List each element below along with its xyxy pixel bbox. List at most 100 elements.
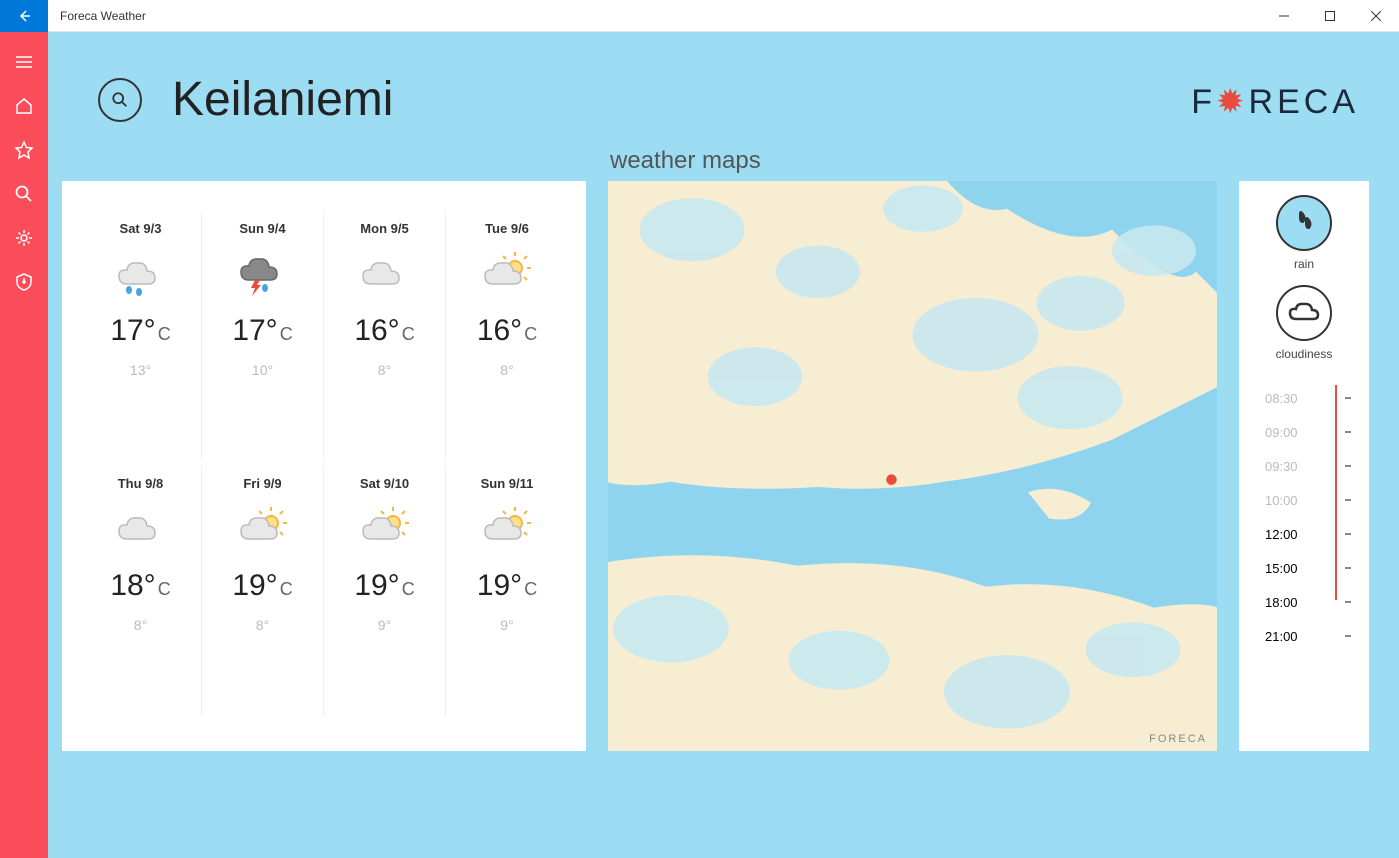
maps-section-title: weather maps (610, 147, 1399, 175)
home-button[interactable] (0, 84, 48, 128)
back-button[interactable] (0, 0, 48, 32)
timeline-step[interactable]: 09:00 (1247, 415, 1361, 449)
weather-icon (450, 501, 564, 557)
timeline-step[interactable]: 08:30 (1247, 381, 1361, 415)
raindrop-icon (1289, 208, 1319, 238)
weather-icon (84, 501, 197, 557)
map-attribution: FORECA (1149, 733, 1207, 745)
main-content: Keilaniemi F✹RECA weather maps Sat 9/3 17… (48, 32, 1399, 858)
high-temp: 19°C (206, 569, 319, 603)
low-temp: 8° (84, 617, 197, 633)
timeline-step[interactable]: 09:30 (1247, 449, 1361, 483)
low-temp: 8° (450, 362, 564, 378)
high-temp: 18°C (84, 569, 197, 603)
privacy-button[interactable] (0, 260, 48, 304)
timeline-tick (1345, 567, 1351, 569)
timeline-time: 09:00 (1265, 425, 1298, 440)
location-marker-icon (886, 474, 897, 485)
minimize-button[interactable] (1261, 0, 1307, 32)
forecast-day[interactable]: Sun 9/4 17°C 10° (202, 211, 324, 461)
maximize-button[interactable] (1307, 0, 1353, 32)
rain-layer-button[interactable] (1276, 195, 1332, 251)
timeline-time: 12:00 (1265, 527, 1298, 542)
home-icon (14, 96, 34, 116)
forecast-day[interactable]: Tue 9/6 16°C 8° (446, 211, 568, 461)
timeline-step[interactable]: 15:00 (1247, 551, 1361, 585)
map-canvas (608, 181, 1217, 751)
window-title: Foreca Weather (48, 9, 1261, 23)
weather-icon (84, 246, 197, 302)
timeline-tick (1345, 601, 1351, 603)
timeline-time: 18:00 (1265, 595, 1298, 610)
cloud-icon (1287, 301, 1321, 325)
forecast-panel: Sat 9/3 17°C 13° Sun 9/4 17°C 10° Mon 9/5 16°C 8… (62, 181, 586, 751)
timeline-time: 09:30 (1265, 459, 1298, 474)
weather-icon (206, 501, 319, 557)
timeline-time: 15:00 (1265, 561, 1298, 576)
timeline-step[interactable]: 18:00 (1247, 585, 1361, 619)
timeline-time: 10:00 (1265, 493, 1298, 508)
cloudiness-layer-button[interactable] (1276, 285, 1332, 341)
timeline-tick (1345, 499, 1351, 501)
low-temp: 13° (84, 362, 197, 378)
high-temp: 19°C (450, 569, 564, 603)
low-temp: 9° (450, 617, 564, 633)
weather-icon (450, 246, 564, 302)
forecast-date: Mon 9/5 (328, 221, 441, 236)
high-temp: 17°C (206, 314, 319, 348)
timeline-tick (1345, 465, 1351, 467)
favorites-button[interactable] (0, 128, 48, 172)
high-temp: 17°C (84, 314, 197, 348)
high-temp: 16°C (450, 314, 564, 348)
weather-map[interactable]: FORECA (608, 181, 1217, 751)
timeline-tick (1345, 431, 1351, 433)
arrow-left-icon (16, 8, 32, 24)
low-temp: 8° (328, 362, 441, 378)
weather-icon (328, 246, 441, 302)
time-slider[interactable]: 08:30 09:00 09:30 10:00 12:00 15:00 18:00 21:00 (1247, 375, 1361, 737)
forecast-day[interactable]: Thu 9/8 18°C 8° (80, 466, 202, 716)
gear-icon (14, 228, 34, 248)
high-temp: 16°C (328, 314, 441, 348)
weather-icon (206, 246, 319, 302)
timeline-step[interactable]: 12:00 (1247, 517, 1361, 551)
forecast-day[interactable]: Sun 9/11 19°C 9° (446, 466, 568, 716)
menu-button[interactable] (0, 40, 48, 84)
brand-gear-icon: ✹ (1216, 82, 1249, 122)
brand-logo: F✹RECA (1191, 82, 1359, 122)
location-search-button[interactable] (98, 78, 142, 122)
forecast-date: Tue 9/6 (450, 221, 564, 236)
timeline-tick (1345, 397, 1351, 399)
forecast-day[interactable]: Fri 9/919°C8° (202, 466, 324, 716)
low-temp: 8° (206, 617, 319, 633)
settings-button[interactable] (0, 216, 48, 260)
rain-layer-label: rain (1294, 257, 1314, 271)
shield-icon (14, 272, 34, 292)
timeline-step[interactable]: 21:00 (1247, 619, 1361, 653)
forecast-day[interactable]: Sat 9/3 17°C 13° (80, 211, 202, 461)
low-temp: 10° (206, 362, 319, 378)
map-controls-panel: rain cloudiness 08:3009:0009:3010:0012:0… (1239, 181, 1369, 751)
forecast-day[interactable]: Mon 9/5 16°C 8° (324, 211, 446, 461)
star-icon (14, 140, 34, 160)
search-icon (111, 91, 129, 109)
forecast-day[interactable]: Sat 9/1019°C9° (324, 466, 446, 716)
forecast-date: Sun 9/4 (206, 221, 319, 236)
timeline-tick (1345, 533, 1351, 535)
timeline-step[interactable]: 10:00 (1247, 483, 1361, 517)
forecast-date: Sat 9/10 (328, 476, 441, 491)
weather-icon (328, 501, 441, 557)
city-name: Keilaniemi (172, 72, 393, 127)
timeline-time: 21:00 (1265, 629, 1298, 644)
search-nav-button[interactable] (0, 172, 48, 216)
forecast-date: Thu 9/8 (84, 476, 197, 491)
search-icon (14, 184, 34, 204)
close-button[interactable] (1353, 0, 1399, 32)
forecast-date: Sun 9/11 (450, 476, 564, 491)
sidebar (0, 32, 48, 858)
timeline-time: 08:30 (1265, 391, 1298, 406)
timeline-tick (1345, 635, 1351, 637)
titlebar: Foreca Weather (0, 0, 1399, 32)
forecast-date: Sat 9/3 (84, 221, 197, 236)
timeline-indicator (1335, 385, 1337, 600)
